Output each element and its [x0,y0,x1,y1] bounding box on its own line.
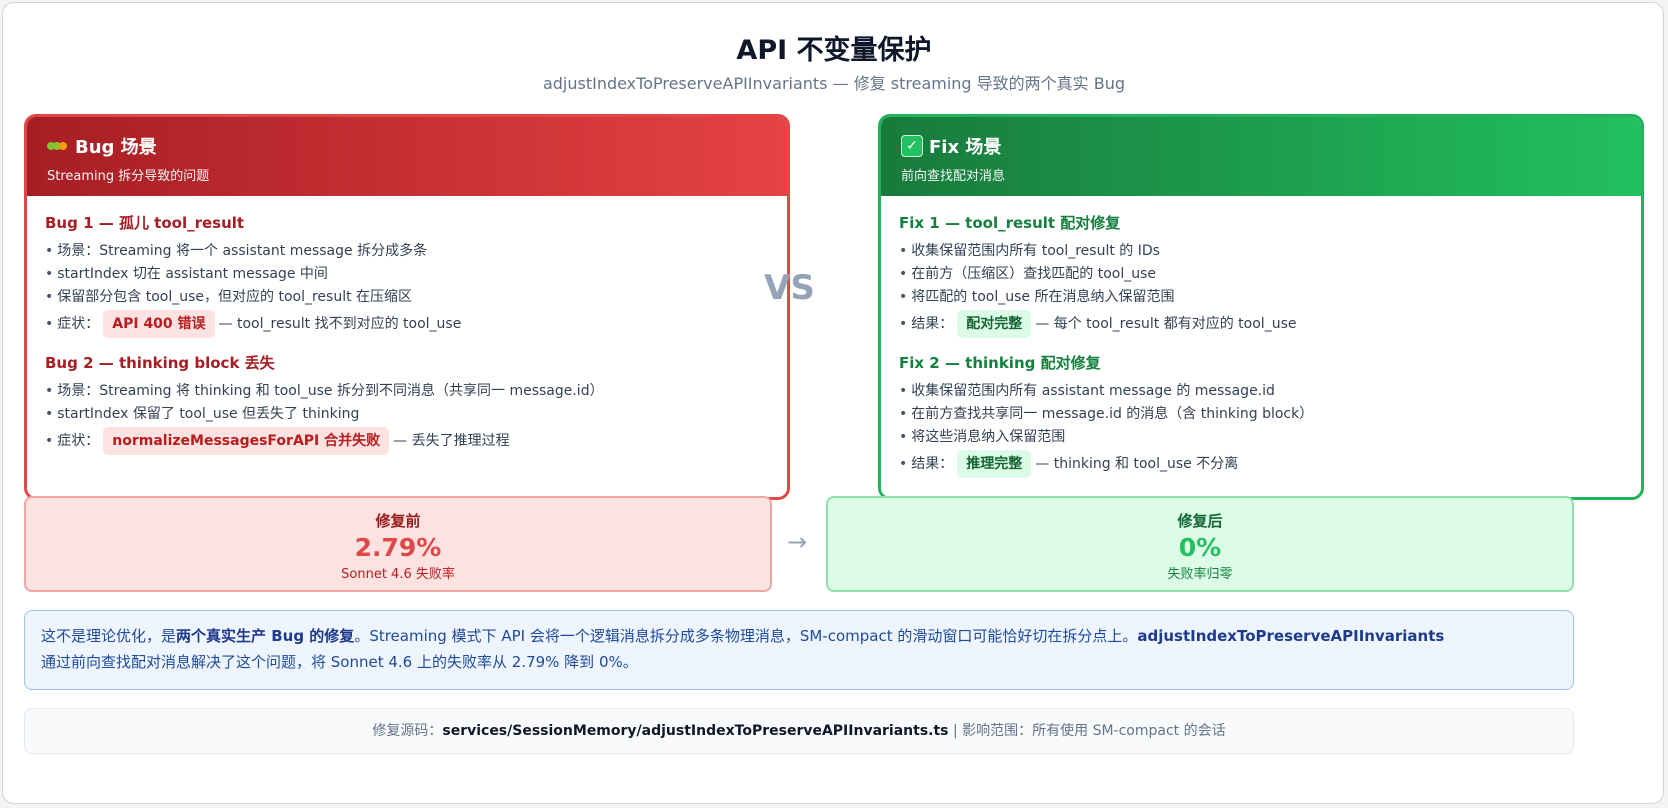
result-row: • 结果： 配对完整 — 每个 tool_result 都有对应的 tool_use [899,310,1641,338]
after-note: 失败率归零 [1167,567,1233,582]
bug2-title: Bug 2 — thinking block 丢失 [45,354,275,372]
arrow-right-icon: → [787,528,808,556]
note-text: 。Streaming 模式下 API 会将一个逻辑消息拆分成多条物理消息，SM-… [354,627,1138,645]
list-item: • startIndex 切在 assistant message 中间 [45,266,328,282]
symptom-label: 症状： [57,433,100,449]
source-path: services/SessionMemory/adjustIndexToPres… [442,723,949,739]
list-item-text: 在前方查找共享同一 message.id 的消息（含 thinking bloc… [911,406,1314,422]
symptom-row: • 症状： API 400 错误 — tool_result 找不到对应的 tool_… [45,310,787,338]
footer: 修复源码：services/SessionMemory/adjustIndexT… [24,708,1574,754]
list-item-text: 保留部分包含 tool_use，但对应的 tool_result 在压缩区 [57,289,413,305]
symptom-row: • 症状： normalizeMessagesForAPI 合并失败 — 丢失了推理过… [45,427,787,455]
bug-card-header: Bug 场景 Streaming 拆分导致的问题 [27,117,787,196]
note-emphasis: 两个真实生产 Bug 的修复 [176,627,355,645]
result-label: 结果： [911,316,954,332]
list-item-text: 在前方（压缩区）查找匹配的 tool_use [911,266,1157,282]
scope-label: 影响范围： [962,723,1033,739]
fix2-title: Fix 2 — thinking 配对修复 [899,354,1101,372]
list-item-text: 将匹配的 tool_use 所在消息纳入保留范围 [911,289,1175,305]
bug1-title: Bug 1 — 孤儿 tool_result [45,214,245,232]
summary-note: 这不是理论优化，是两个真实生产 Bug 的修复。Streaming 模式下 AP… [24,610,1574,690]
bug-card-title: Bug 场景 [75,137,157,158]
after-stat-box: 修复后 0% 失败率归零 [826,496,1574,592]
list-item-text: 收集保留范围内所有 assistant message 的 message.id [911,383,1275,399]
fix-card-body: Fix 1 — tool_result 配对修复 • 收集保留范围内所有 tool… [881,196,1641,478]
bug-card: Bug 场景 Streaming 拆分导致的问题 Bug 1 — 孤儿 tool… [24,114,790,500]
before-note: Sonnet 4.6 失败率 [341,567,455,582]
result-badge: 配对完整 [957,310,1032,338]
caterpillar-bug-icon [47,137,69,155]
symptom-label: 症状： [57,316,100,332]
symptom-text: — 丢失了推理过程 [393,433,510,449]
note-text: 这不是理论优化，是 [41,627,177,645]
footer-separator: | [952,723,958,739]
list-item-text: 场景：Streaming 将 thinking 和 tool_use 拆分到不同… [57,383,604,399]
bug-card-subtitle: Streaming 拆分导致的问题 [47,169,210,184]
before-stat-box: 修复前 2.79% Sonnet 4.6 失败率 [24,496,772,592]
list-item-text: 将这些消息纳入保留范围 [911,429,1066,445]
page-subtitle: adjustIndexToPreserveAPIInvariants — 修复 … [542,74,1126,93]
note-function-name: adjustIndexToPreserveAPIInvariants [1137,627,1445,645]
list-item: • 在前方（压缩区）查找匹配的 tool_use [899,266,1157,282]
before-value: 2.79% [354,533,442,562]
after-label: 修复后 [1177,512,1223,530]
check-mark-icon: ✓ [901,135,923,157]
vs-label: VS [764,268,815,308]
symptom-badge: normalizeMessagesForAPI 合并失败 [103,427,390,455]
list-item-text: startIndex 保留了 tool_use 但丢失了 thinking [57,406,360,422]
scope-value: 所有使用 SM-compact 的会话 [1032,723,1226,739]
result-row: • 结果： 推理完整 — thinking 和 tool_use 不分离 [899,450,1641,478]
result-badge: 推理完整 [957,450,1032,478]
list-item: • 保留部分包含 tool_use，但对应的 tool_result 在压缩区 [45,289,413,305]
fix-card-header: ✓ Fix 场景 前向查找配对消息 [881,117,1641,196]
after-value: 0% [1178,533,1222,562]
fix1-title: Fix 1 — tool_result 配对修复 [899,214,1121,232]
source-label: 修复源码： [372,723,443,739]
list-item-text: startIndex 切在 assistant message 中间 [57,266,328,282]
list-item: • 收集保留范围内所有 assistant message 的 message.i… [899,383,1275,399]
result-text: — thinking 和 tool_use 不分离 [1035,456,1239,472]
list-item: • 收集保留范围内所有 tool_result 的 IDs [899,243,1160,259]
before-label: 修复前 [375,512,421,530]
list-item: • startIndex 保留了 tool_use 但丢失了 thinking [45,406,360,422]
fix-card-subtitle: 前向查找配对消息 [901,169,1006,184]
result-label: 结果： [911,456,954,472]
fix-card: ✓ Fix 场景 前向查找配对消息 Fix 1 — tool_result 配对… [878,114,1644,500]
list-item: • 场景：Streaming 将 thinking 和 tool_use 拆分到不… [45,383,604,399]
list-item-text: 场景：Streaming 将一个 assistant message 拆分成多条 [57,243,428,259]
result-text: — 每个 tool_result 都有对应的 tool_use [1035,316,1297,332]
list-item: • 场景：Streaming 将一个 assistant message 拆分成多… [45,243,428,259]
note-text: 通过前向查找配对消息解决了这个问题，将 Sonnet 4.6 上的失败率从 2.… [41,653,638,671]
symptom-text: — tool_result 找不到对应的 tool_use [218,316,462,332]
list-item: • 将匹配的 tool_use 所在消息纳入保留范围 [899,289,1175,305]
bug-card-body: Bug 1 — 孤儿 tool_result • 场景：Streaming 将一个… [27,196,787,455]
page-title: API 不变量保护 [736,35,932,66]
list-item: • 将这些消息纳入保留范围 [899,429,1066,445]
list-item: • 在前方查找共享同一 message.id 的消息（含 thinking blo… [899,406,1314,422]
symptom-badge: API 400 错误 [103,310,215,338]
list-item-text: 收集保留范围内所有 tool_result 的 IDs [911,243,1160,259]
fix-card-title: Fix 场景 [929,137,1002,158]
